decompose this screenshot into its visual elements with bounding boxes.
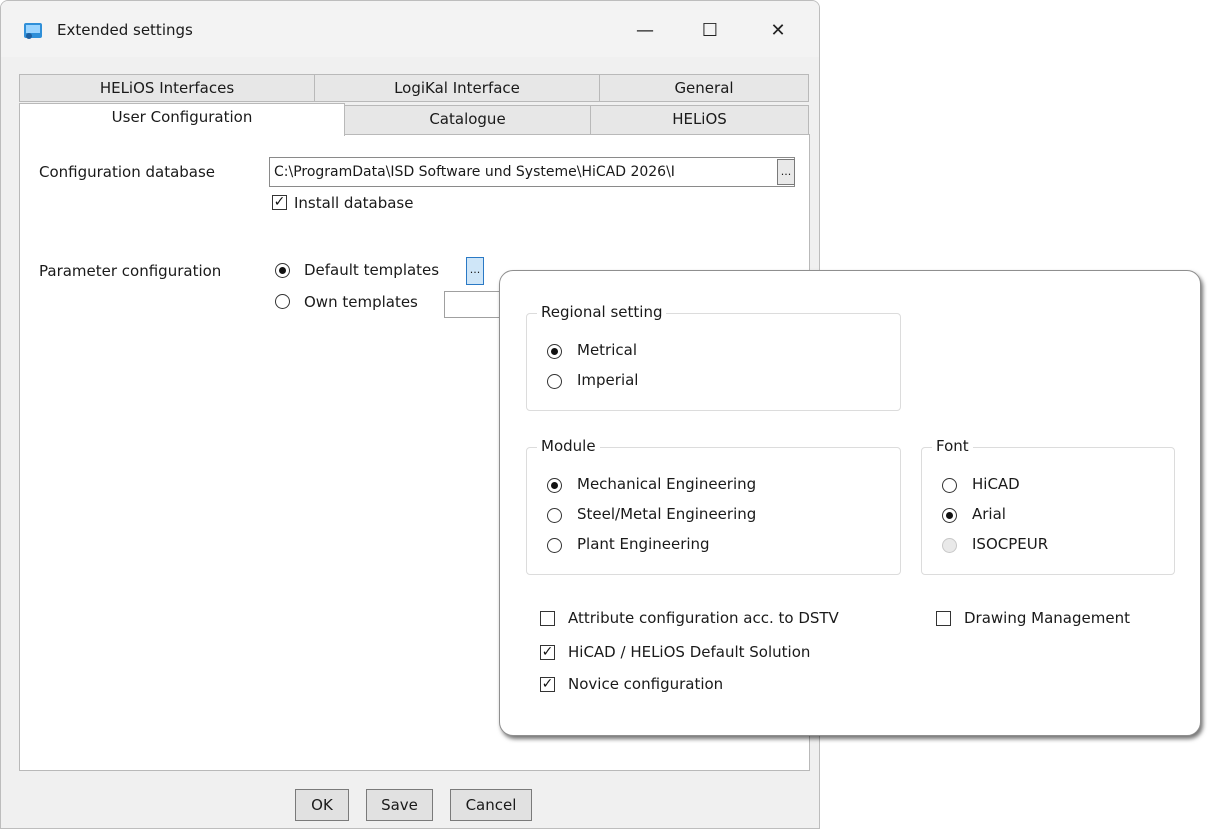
config-db-path-text: C:\ProgramData\ISD Software und Systeme\… [274, 164, 675, 180]
tab-helios[interactable]: HELiOS [590, 105, 809, 135]
tab-catalogue[interactable]: Catalogue [344, 105, 591, 135]
param-config-label: Parameter configuration [39, 262, 222, 280]
tab-helios-interfaces[interactable]: HELiOS Interfaces [19, 74, 315, 102]
default-solution-label: HiCAD / HELiOS Default Solution [568, 643, 811, 661]
maximize-button[interactable]: ☐ [687, 11, 733, 51]
metrical-radio[interactable] [547, 344, 562, 359]
drawing-management-checkbox[interactable] [936, 611, 951, 626]
app-icon [24, 23, 42, 39]
font-arial-label: Arial [972, 505, 1006, 523]
install-db-label: Install database [294, 194, 414, 212]
config-db-path-field[interactable]: C:\ProgramData\ISD Software und Systeme\… [269, 157, 795, 187]
install-db-checkbox[interactable]: ✓ [272, 195, 287, 210]
novice-config-checkbox[interactable]: ✓ [540, 677, 555, 692]
plant-engineering-radio[interactable] [547, 538, 562, 553]
save-button[interactable]: Save [366, 789, 433, 821]
cancel-button[interactable]: Cancel [450, 789, 532, 821]
tab-user-configuration[interactable]: User Configuration [19, 103, 345, 136]
font-hicad-label: HiCAD [972, 475, 1020, 493]
mechanical-engineering-label: Mechanical Engineering [577, 475, 757, 493]
default-templates-label: Default templates [304, 261, 440, 279]
font-group: Font HiCAD Arial ISOCPEUR [921, 437, 1175, 575]
own-templates-input[interactable] [444, 291, 504, 318]
steel-metal-engineering-label: Steel/Metal Engineering [577, 505, 757, 523]
font-isocpeur-label: ISOCPEUR [972, 535, 1049, 553]
minimize-button[interactable]: — [622, 11, 668, 51]
attribute-dstv-label: Attribute configuration acc. to DSTV [568, 609, 839, 627]
config-db-browse-button[interactable]: ... [777, 159, 795, 185]
default-solution-checkbox[interactable]: ✓ [540, 645, 555, 660]
metrical-label: Metrical [577, 341, 637, 359]
window-title: Extended settings [57, 21, 193, 39]
font-isocpeur-radio [942, 538, 957, 553]
template-options-popup: Regional setting Metrical Imperial Modul… [499, 270, 1201, 736]
novice-config-label: Novice configuration [568, 675, 724, 693]
ok-button[interactable]: OK [295, 789, 349, 821]
module-title: Module [537, 437, 600, 455]
font-hicad-radio[interactable] [942, 478, 957, 493]
font-title: Font [932, 437, 973, 455]
default-templates-browse-button[interactable]: ... [466, 257, 484, 285]
module-group: Module Mechanical Engineering Steel/Meta… [526, 437, 901, 575]
drawing-management-label: Drawing Management [964, 609, 1130, 627]
steel-metal-engineering-radio[interactable] [547, 508, 562, 523]
regional-setting-title: Regional setting [537, 303, 667, 321]
mechanical-engineering-radio[interactable] [547, 478, 562, 493]
imperial-label: Imperial [577, 371, 639, 389]
font-arial-radio[interactable] [942, 508, 957, 523]
config-db-label: Configuration database [39, 163, 216, 181]
tab-general[interactable]: General [599, 74, 809, 102]
title-bar[interactable]: Extended settings — ☐ ✕ [1, 1, 819, 57]
regional-setting-group: Regional setting Metrical Imperial [526, 303, 901, 411]
attribute-dstv-checkbox[interactable] [540, 611, 555, 626]
close-button[interactable]: ✕ [755, 11, 801, 51]
own-templates-radio[interactable] [275, 294, 290, 309]
default-templates-radio[interactable] [275, 263, 290, 278]
tab-logikal-interface[interactable]: LogiKal Interface [314, 74, 600, 102]
plant-engineering-label: Plant Engineering [577, 535, 710, 553]
imperial-radio[interactable] [547, 374, 562, 389]
own-templates-label: Own templates [304, 293, 418, 311]
